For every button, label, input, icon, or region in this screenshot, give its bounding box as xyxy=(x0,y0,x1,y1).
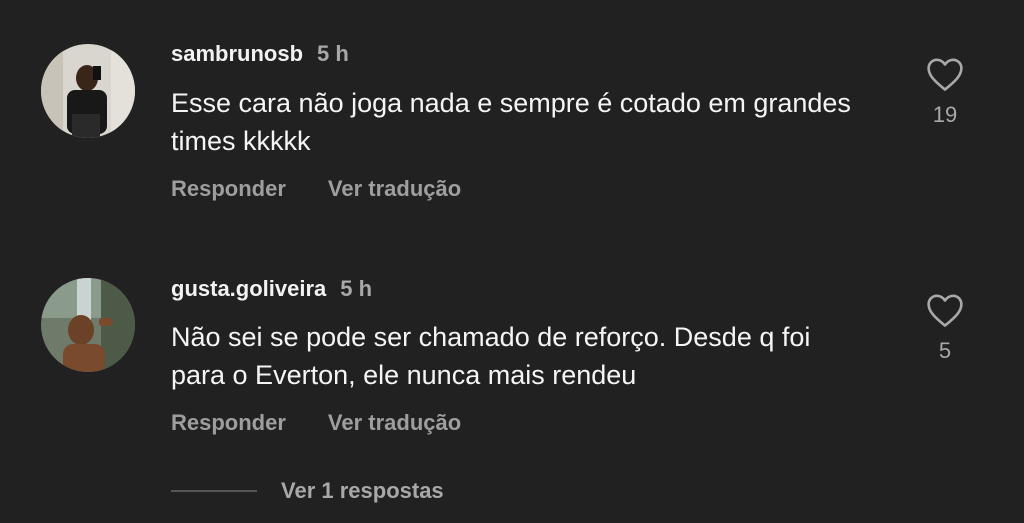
comment-text: Não sei se pode ser chamado de reforço. … xyxy=(171,322,811,390)
like-count: 5 xyxy=(938,338,952,363)
see-translation-button[interactable]: Ver tradução xyxy=(328,176,461,201)
like-count: 19 xyxy=(932,102,958,127)
heart-icon[interactable] xyxy=(915,292,975,328)
timestamp: 5 h xyxy=(317,41,349,66)
avatar[interactable] xyxy=(41,278,135,372)
like-button[interactable]: 5 xyxy=(915,292,975,364)
timestamp: 5 h xyxy=(340,276,373,301)
comment-actions: Responder Ver tradução xyxy=(171,410,461,436)
comment-item: sambrunosb 5 h Esse cara não joga nada e … xyxy=(0,0,1024,240)
comment-header: sambrunosb 5 h xyxy=(171,41,349,67)
replies-divider xyxy=(171,490,257,492)
comment-actions: Responder Ver tradução xyxy=(171,176,461,202)
comment-item: gusta.goliveira 5 h Não sei se pode ser c… xyxy=(0,236,1024,476)
username[interactable]: gusta.goliveira xyxy=(171,276,326,301)
like-button[interactable]: 19 xyxy=(915,56,975,128)
avatar[interactable] xyxy=(41,44,135,138)
view-replies-button[interactable]: Ver 1 respostas xyxy=(171,478,444,504)
comment-header: gusta.goliveira 5 h xyxy=(171,276,372,302)
see-translation-button[interactable]: Ver tradução xyxy=(328,410,461,435)
username[interactable]: sambrunosb xyxy=(171,41,303,66)
view-replies-label[interactable]: Ver 1 respostas xyxy=(281,478,444,504)
reply-button[interactable]: Responder xyxy=(171,176,286,201)
reply-button[interactable]: Responder xyxy=(171,410,286,435)
heart-icon[interactable] xyxy=(915,56,975,92)
comment-text: Esse cara não joga nada e sempre é cotad… xyxy=(171,88,851,156)
